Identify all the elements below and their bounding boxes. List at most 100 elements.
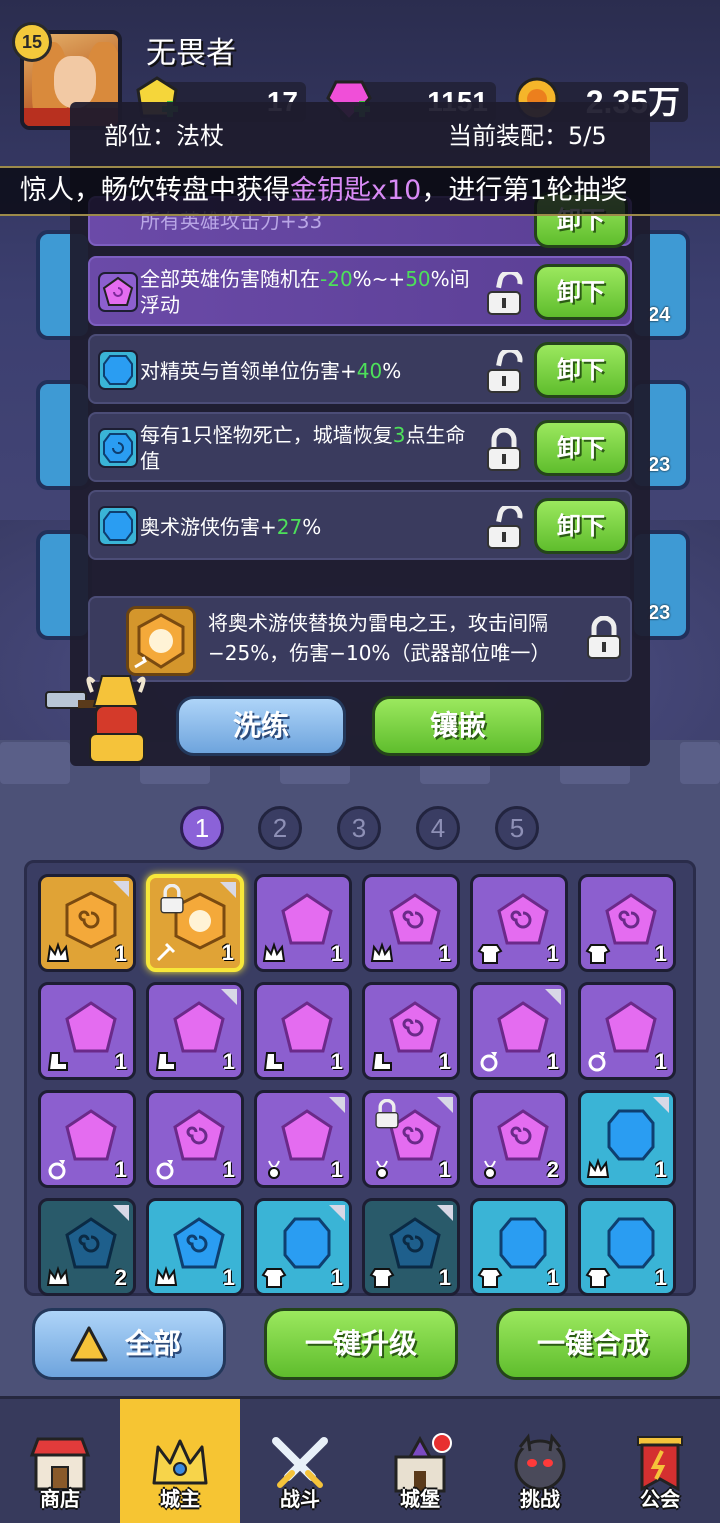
gem-count: 1 (222, 1049, 235, 1074)
new-corner-marker (113, 881, 129, 897)
page-tab-1[interactable]: 1 (180, 806, 224, 850)
gem-slot-cell[interactable]: 1 (470, 874, 568, 972)
gem-slot-cell[interactable]: 1 (362, 1090, 460, 1188)
nav-item-lord[interactable]: 城主 (120, 1399, 240, 1523)
gem-slot-cell[interactable]: 1 (146, 1090, 244, 1188)
unlocked-lock-icon[interactable] (484, 272, 524, 316)
gem-slot-cell[interactable]: 1 (362, 874, 460, 972)
gem-slot-cell[interactable]: 1 (146, 874, 244, 972)
boots-slot-icon (155, 1052, 176, 1071)
warning-triangle-icon (70, 1326, 108, 1362)
refine-button[interactable]: 洗练 (176, 696, 346, 756)
new-corner-marker (220, 882, 236, 898)
nav-item-shop[interactable]: 商店 (0, 1399, 120, 1523)
gem-slot-cell[interactable]: 2 (470, 1090, 568, 1188)
ring-slot-icon (48, 1160, 66, 1180)
attribute-row-1: 全部英雄伤害随机在-20%~+50%间浮动 卸下 (88, 256, 632, 326)
inlay-button[interactable]: 镶嵌 (372, 696, 544, 756)
gem-slot-cell[interactable]: 1 (578, 982, 676, 1080)
unload-button[interactable]: 卸下 (534, 420, 628, 476)
purple-gem-icon (389, 893, 441, 945)
nav-item-guild[interactable]: 公会 (600, 1399, 720, 1523)
page-tab-5[interactable]: 5 (495, 806, 539, 850)
battlement (680, 742, 720, 784)
gem-slot-cell[interactable]: 1 (146, 1198, 244, 1296)
blue-gem-icon (607, 1217, 655, 1269)
blue-gem-icon (607, 1109, 655, 1161)
locked-lock-icon (375, 1099, 399, 1129)
gem-slot-cell[interactable]: 1 (470, 982, 568, 1080)
gold-gem-icon (65, 891, 117, 949)
unload-button[interactable]: 卸下 (534, 498, 628, 554)
page-tab-3[interactable]: 3 (337, 806, 381, 850)
page-tab-4[interactable]: 4 (416, 806, 460, 850)
amulet-slot-icon (376, 1160, 388, 1179)
purple-gem-icon (65, 1109, 117, 1161)
darkblue-gem-icon (65, 1217, 117, 1269)
gem-slot-cell[interactable]: 1 (254, 982, 352, 1080)
gem-count: 1 (330, 1157, 343, 1182)
special-attribute-text: 将奥术游侠替换为雷电之王，攻击间隔−25%，伤害−10%（武器部位唯一） (208, 611, 551, 665)
page-tab-2[interactable]: 2 (258, 806, 302, 850)
dwarf-hero-character (45, 675, 146, 763)
gem-slot-cell[interactable]: 1 (254, 1198, 352, 1296)
crown-slot-icon (262, 941, 286, 962)
player-level-badge: 15 (12, 22, 52, 62)
nav-item-castle[interactable]: 城堡 (360, 1399, 480, 1523)
attribute-text: 每有1只怪物死亡，城墙恢复3点生命值 (140, 423, 466, 473)
unlocked-lock-icon[interactable] (484, 506, 524, 550)
armor-slot-icon (369, 1268, 395, 1288)
gem-count: 1 (438, 1265, 451, 1290)
gem-slot-cell[interactable]: 1 (38, 1090, 136, 1188)
gem-count: 2 (546, 1157, 559, 1182)
gem-slot-cell[interactable]: 1 (38, 874, 136, 972)
bottom-navigation: 商店 城主 战斗 城堡 挑战 公会 (0, 1396, 720, 1523)
blue-gem-icon (283, 1217, 331, 1269)
special-attribute-row: 将奥术游侠替换为雷电之王，攻击间隔−25%，伤害−10%（武器部位唯一） (88, 596, 632, 682)
filter-all-label: 全部 (125, 1327, 182, 1360)
gem-slot-cell[interactable]: 1 (254, 874, 352, 972)
blue-gem-icon (98, 506, 138, 546)
unlocked-lock-icon[interactable] (484, 350, 524, 394)
gem-slot-cell[interactable]: 1 (146, 982, 244, 1080)
unload-button[interactable]: 卸下 (534, 264, 628, 320)
armor-slot-icon (477, 944, 503, 964)
purple-gem-icon (173, 1001, 225, 1053)
attribute-row-4: 奥术游侠伤害+27% 卸下 (88, 490, 632, 560)
gem-slot-cell[interactable]: 1 (578, 1090, 676, 1188)
upgrade-all-button[interactable]: 一键升级 (264, 1308, 458, 1380)
blue-gem-icon (98, 350, 138, 390)
nav-item-challenge[interactable]: 挑战 (480, 1399, 600, 1523)
gem-count: 1 (654, 1049, 667, 1074)
nav-label-lord: 城主 (160, 1487, 200, 1511)
purple-gem-icon (281, 893, 333, 945)
gem-slot-cell[interactable]: 1 (38, 982, 136, 1080)
locked-lock-icon[interactable] (484, 428, 524, 472)
gem-slot-cell[interactable]: 1 (578, 874, 676, 972)
ring-slot-icon (480, 1052, 498, 1072)
gem-count: 1 (546, 1265, 559, 1290)
purple-gem-icon (389, 1001, 441, 1053)
gem-slot-cell[interactable]: 1 (362, 1198, 460, 1296)
gem-slot-cell[interactable]: 1 (470, 1198, 568, 1296)
nav-label-guild: 公会 (640, 1487, 680, 1511)
unload-button[interactable]: 卸下 (534, 342, 628, 398)
gem-slot-cell[interactable]: 2 (38, 1198, 136, 1296)
gem-slot-cell[interactable]: 1 (362, 982, 460, 1080)
gem-slot-cell[interactable]: 1 (578, 1198, 676, 1296)
gem-slot-cell[interactable]: 1 (254, 1090, 352, 1188)
armor-slot-icon (261, 1268, 287, 1288)
purple-gem-icon (98, 272, 138, 312)
attribute-text: 全部英雄伤害随机在-20%~+50%间浮动 (140, 267, 470, 317)
new-corner-marker (545, 989, 561, 1005)
merge-all-button[interactable]: 一键合成 (496, 1308, 690, 1380)
blue-gem-icon (173, 1217, 225, 1269)
filter-all-button[interactable]: 全部 (32, 1308, 226, 1380)
boots-slot-icon (47, 1052, 68, 1071)
darkblue-gem-icon (389, 1217, 441, 1269)
gem-count: 1 (114, 941, 127, 966)
amulet-slot-icon (484, 1160, 496, 1179)
weapon-slot-icon (156, 942, 176, 962)
nav-item-battle[interactable]: 战斗 (240, 1399, 360, 1523)
locked-lock-icon[interactable] (584, 616, 624, 660)
